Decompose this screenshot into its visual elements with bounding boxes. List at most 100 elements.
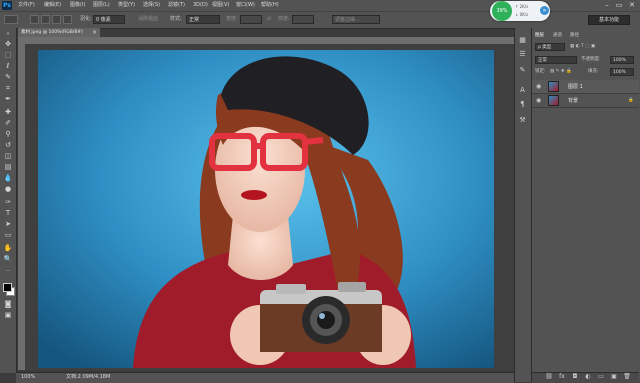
menu-type[interactable]: 类型(Y) xyxy=(118,0,135,11)
new-group-icon[interactable]: ▭ xyxy=(597,373,605,381)
new-layer-icon[interactable]: ▣ xyxy=(610,373,618,381)
quick-mask-icon[interactable]: ◙ xyxy=(3,300,13,308)
adjustment-layer-icon[interactable]: ◐ xyxy=(584,373,592,381)
menu-select[interactable]: 选择(S) xyxy=(143,0,160,11)
width-label: 宽度: xyxy=(226,16,238,22)
brush-tool-icon[interactable]: ✐ xyxy=(3,119,13,127)
marquee-tool-preset-icon[interactable] xyxy=(4,15,18,24)
layer-name[interactable]: 图层 1 xyxy=(568,80,583,94)
history-panel-icon[interactable]: ▦ xyxy=(518,36,527,45)
restore-icon[interactable]: ▭ xyxy=(614,0,624,11)
layer-style-icon[interactable]: fx xyxy=(558,373,566,381)
menu-layer[interactable]: 图层(L) xyxy=(93,0,110,11)
height-label: 高度: xyxy=(278,16,290,22)
document-tab[interactable]: 素材.jpeg @ 100%(RGB/8#) xyxy=(18,28,100,37)
layer-visibility-eye-icon[interactable]: ◉ xyxy=(536,80,542,94)
panel-dock-strip xyxy=(514,28,531,382)
document-canvas[interactable] xyxy=(38,50,494,368)
opacity-input[interactable]: 100% xyxy=(610,56,634,64)
tab-channels[interactable]: 通道 xyxy=(553,32,562,40)
vertical-ruler xyxy=(18,37,25,370)
menu-help[interactable]: 帮助(H) xyxy=(261,0,279,11)
crop-tool-icon[interactable]: ⌗ xyxy=(3,84,13,92)
tools-collapse-icon[interactable]: » xyxy=(3,30,13,38)
layer-visibility-eye-icon[interactable]: ◉ xyxy=(536,94,542,108)
feather-input[interactable]: 0 像素 xyxy=(93,15,125,24)
fill-input[interactable]: 100% xyxy=(610,68,634,76)
document-size: 文档:2.09M/4.18M xyxy=(66,374,111,380)
width-input[interactable] xyxy=(240,15,262,24)
healing-brush-tool-icon[interactable]: ✚ xyxy=(3,108,13,116)
move-tool-icon[interactable]: ✥ xyxy=(3,40,13,48)
intersect-selection-icon[interactable] xyxy=(63,15,72,24)
hand-tool-icon[interactable]: ✋ xyxy=(3,244,13,252)
lasso-tool-icon[interactable]: ℓ xyxy=(3,62,13,70)
antialias-checkbox[interactable]: 消除锯齿 xyxy=(138,14,158,25)
tool-presets-panel-icon[interactable]: ⚒ xyxy=(518,116,527,125)
opacity-label: 不透明度: xyxy=(581,57,601,62)
swap-icon[interactable]: ⇄ xyxy=(267,14,271,25)
dodge-tool-icon[interactable]: ● xyxy=(3,185,13,193)
close-icon[interactable]: ✕ xyxy=(627,0,637,11)
pen-tool-icon[interactable]: ✑ xyxy=(3,198,13,206)
download-speed: ↓ 0K/s xyxy=(515,12,529,17)
shape-tool-icon[interactable]: ▭ xyxy=(3,231,13,239)
menu-filter[interactable]: 滤镜(T) xyxy=(168,0,185,11)
new-selection-icon[interactable] xyxy=(30,15,39,24)
marquee-tool-icon[interactable]: ⬚ xyxy=(3,51,13,59)
menu-image[interactable]: 图像(I) xyxy=(70,0,85,11)
refine-edge-button[interactable]: 调整边缘... xyxy=(332,15,380,24)
menu-3d[interactable]: 3D(D) xyxy=(193,0,208,11)
style-select[interactable]: 正常 xyxy=(186,15,220,24)
eraser-tool-icon[interactable]: ◫ xyxy=(3,152,13,160)
gradient-tool-icon[interactable]: ▤ xyxy=(3,163,13,171)
blend-mode-select[interactable]: 正常 xyxy=(535,56,577,64)
photo-camera xyxy=(260,282,382,352)
blur-tool-icon[interactable]: 💧 xyxy=(3,174,13,182)
properties-panel-icon[interactable]: ☰ xyxy=(518,50,527,59)
layer-name[interactable]: 背景 xyxy=(568,94,578,108)
brush-panel-icon[interactable]: ✎ xyxy=(518,66,527,75)
path-select-tool-icon[interactable]: ➤ xyxy=(3,220,13,228)
filter-icons[interactable]: ▦ ◐ T ⬚ ▣ xyxy=(570,43,595,51)
link-layers-icon[interactable]: ⛓ xyxy=(545,373,553,381)
layer-filter-select[interactable]: ρ 类型 xyxy=(535,43,565,51)
document-tab-close-icon[interactable]: × xyxy=(92,28,99,37)
menu-edit[interactable]: 编辑(E) xyxy=(44,0,61,11)
lock-label: 锁定: xyxy=(535,69,546,74)
speed-percent-badge: 39% xyxy=(492,1,512,21)
screen-mode-icon[interactable]: ▣ xyxy=(3,311,13,319)
menu-file[interactable]: 文件(F) xyxy=(18,0,35,11)
clone-stamp-tool-icon[interactable]: ⚲ xyxy=(3,130,13,138)
delete-layer-icon[interactable]: 🗑 xyxy=(623,373,631,381)
height-input[interactable] xyxy=(292,15,314,24)
download-speed-value: 0K/s xyxy=(519,12,529,17)
photoshop-logo: Ps xyxy=(2,1,12,10)
quick-select-tool-icon[interactable]: ✎ xyxy=(3,73,13,81)
subtract-selection-icon[interactable] xyxy=(52,15,61,24)
layer-thumbnail xyxy=(548,81,559,92)
speed-expand-button[interactable]: » xyxy=(540,6,549,15)
history-brush-tool-icon[interactable]: ↺ xyxy=(3,141,13,149)
lock-icons[interactable]: ▨ ✎ ✥ 🔒 xyxy=(550,68,572,76)
zoom-tool-icon[interactable]: 🔍 xyxy=(3,255,13,263)
minimize-icon[interactable]: – xyxy=(602,0,612,11)
tab-layers[interactable]: 图层 xyxy=(535,32,544,40)
style-label: 样式: xyxy=(170,16,182,22)
zoom-level[interactable]: 100% xyxy=(21,373,35,382)
tab-paths[interactable]: 路径 xyxy=(570,32,579,40)
layer-mask-icon[interactable]: ◘ xyxy=(571,373,579,381)
more-tools-icon[interactable]: ··· xyxy=(3,267,13,275)
layer-thumbnail xyxy=(548,95,559,106)
menu-view[interactable]: 视图(V) xyxy=(212,0,229,11)
paragraph-panel-icon[interactable]: ¶ xyxy=(518,100,527,109)
add-selection-icon[interactable] xyxy=(41,15,50,24)
fill-label: 填充: xyxy=(588,69,599,74)
workspace-select[interactable]: 基本功能 xyxy=(588,15,630,25)
character-panel-icon[interactable]: A xyxy=(518,86,527,95)
upload-speed: ↑ 2K/s xyxy=(515,4,529,9)
menu-window[interactable]: 窗口(W) xyxy=(236,0,255,11)
foreground-color-swatch[interactable] xyxy=(3,283,12,292)
eyedropper-tool-icon[interactable]: ✒ xyxy=(3,95,13,103)
type-tool-icon[interactable]: T xyxy=(3,209,13,217)
